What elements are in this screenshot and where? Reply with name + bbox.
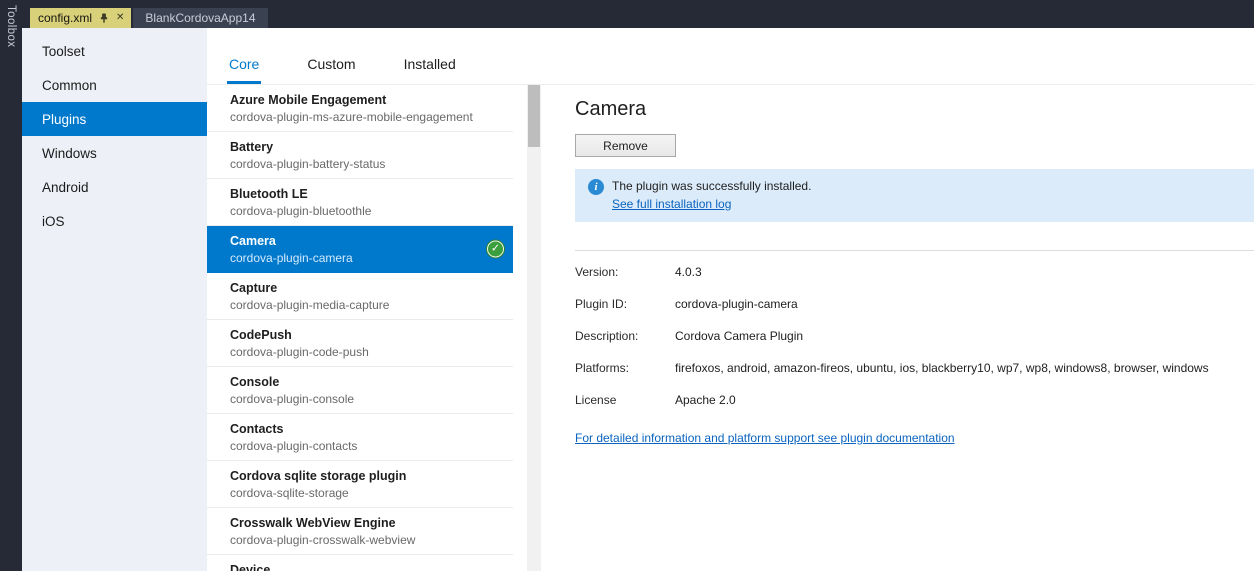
- sidebar: Toolset Common Plugins Windows Android i…: [22, 28, 207, 571]
- plugin-id: cordova-plugin-bluetoothle: [230, 204, 372, 218]
- installation-log-link[interactable]: See full installation log: [612, 197, 731, 211]
- doc-tab-label: BlankCordovaApp14: [145, 11, 256, 25]
- installed-check-icon: ✓: [487, 240, 504, 258]
- plugin-list-item[interactable]: Crosswalk WebView Engine cordova-plugin-…: [207, 508, 513, 555]
- banner-body: The plugin was successfully installed. S…: [612, 178, 811, 213]
- plugin-id: cordova-plugin-code-push: [230, 345, 369, 359]
- plugin-name: CodePush: [230, 328, 292, 342]
- field-value: 4.0.3: [675, 265, 702, 279]
- tab-core[interactable]: Core: [227, 56, 262, 84]
- doc-tab-config-xml[interactable]: config.xml ✕: [30, 8, 132, 28]
- field-label: Platforms:: [575, 361, 630, 375]
- plugin-id: cordova-plugin-camera: [230, 251, 353, 265]
- scrollbar-thumb[interactable]: [528, 85, 540, 147]
- separator: [575, 250, 1254, 251]
- toolbox-tab[interactable]: Toolbox: [5, 0, 17, 47]
- plugin-list-item[interactable]: Console cordova-plugin-console: [207, 367, 513, 414]
- plugin-source-tabs: Core Custom Installed: [207, 28, 1254, 85]
- plugin-name: Contacts: [230, 422, 284, 436]
- field-row-license: License Apache 2.0: [575, 393, 1254, 408]
- sidebar-item-toolset[interactable]: Toolset: [22, 34, 207, 68]
- plugin-id: cordova-plugin-contacts: [230, 439, 358, 453]
- sidebar-item-common[interactable]: Common: [22, 68, 207, 102]
- plugin-doc-link[interactable]: For detailed information and platform su…: [575, 431, 955, 445]
- plugin-name: Camera: [230, 234, 276, 248]
- sidebar-item-plugins[interactable]: Plugins: [22, 102, 207, 136]
- plugin-list-scrollbar[interactable]: [527, 85, 541, 571]
- document-tab-strip: config.xml ✕ BlankCordovaApp14: [30, 8, 268, 28]
- install-success-message: The plugin was successfully installed.: [612, 179, 812, 193]
- sidebar-item-ios[interactable]: iOS: [22, 204, 207, 238]
- plugin-list-item[interactable]: Cordova sqlite storage plugin cordova-sq…: [207, 461, 513, 508]
- main-panel: Core Custom Installed Azure Mobile Engag…: [207, 28, 1254, 571]
- field-value: Cordova Camera Plugin: [675, 329, 804, 343]
- plugin-list-item[interactable]: CodePush cordova-plugin-code-push: [207, 320, 513, 367]
- close-icon[interactable]: ✕: [116, 13, 124, 23]
- plugin-list-item[interactable]: Contacts cordova-plugin-contacts: [207, 414, 513, 461]
- plugin-list: Azure Mobile Engagement cordova-plugin-m…: [207, 85, 513, 571]
- field-row-platforms: Platforms: firefoxos, android, amazon-fi…: [575, 361, 1254, 376]
- plugin-name: Cordova sqlite storage plugin: [230, 469, 407, 483]
- tab-installed[interactable]: Installed: [402, 56, 458, 84]
- plugin-name: Device: [230, 563, 271, 571]
- plugin-list-item[interactable]: Capture cordova-plugin-media-capture: [207, 273, 513, 320]
- doc-tab-label: config.xml: [38, 11, 93, 25]
- plugin-metadata: Version: 4.0.3 Plugin ID: cordova-plugin…: [575, 265, 1254, 408]
- plugin-detail-panel: Camera Remove i The plugin was successfu…: [541, 85, 1254, 571]
- plugin-list-item[interactable]: Azure Mobile Engagement cordova-plugin-m…: [207, 85, 513, 132]
- page-title: Camera: [575, 98, 647, 120]
- field-label: Version:: [575, 265, 619, 279]
- field-value: Apache 2.0: [675, 393, 736, 407]
- plugin-name: Battery: [230, 140, 274, 154]
- field-label: Plugin ID:: [575, 297, 628, 311]
- plugin-name: Azure Mobile Engagement: [230, 93, 387, 107]
- plugin-id: cordova-sqlite-storage: [230, 486, 349, 500]
- plugin-list-item-camera[interactable]: Camera cordova-plugin-camera ✓: [207, 226, 513, 273]
- plugins-content: Azure Mobile Engagement cordova-plugin-m…: [207, 85, 1254, 571]
- plugin-name: Crosswalk WebView Engine: [230, 516, 396, 530]
- tab-custom[interactable]: Custom: [305, 56, 357, 84]
- field-label: Description:: [575, 329, 639, 343]
- plugin-list-item[interactable]: Bluetooth LE cordova-plugin-bluetoothle: [207, 179, 513, 226]
- left-tool-strip: Toolbox: [0, 0, 22, 571]
- plugin-list-item[interactable]: Battery cordova-plugin-battery-status: [207, 132, 513, 179]
- field-label: License: [575, 393, 617, 407]
- doc-tab-project[interactable]: BlankCordovaApp14: [133, 8, 268, 28]
- info-icon: i: [588, 179, 604, 195]
- plugin-name: Capture: [230, 281, 278, 295]
- remove-button[interactable]: Remove: [575, 134, 676, 157]
- field-value: firefoxos, android, amazon-fireos, ubunt…: [675, 361, 1209, 375]
- field-row-plugin-id: Plugin ID: cordova-plugin-camera: [575, 297, 1254, 312]
- plugin-id: cordova-plugin-crosswalk-webview: [230, 533, 416, 547]
- plugin-id: cordova-plugin-ms-azure-mobile-engagemen…: [230, 110, 473, 124]
- install-success-banner: i The plugin was successfully installed.…: [575, 169, 1254, 222]
- pin-icon[interactable]: [99, 13, 109, 23]
- sidebar-item-windows[interactable]: Windows: [22, 136, 207, 170]
- plugin-list-item[interactable]: Device: [207, 555, 513, 571]
- plugin-id: cordova-plugin-battery-status: [230, 157, 386, 171]
- plugin-id: cordova-plugin-console: [230, 392, 355, 406]
- plugin-name: Console: [230, 375, 280, 389]
- field-value: cordova-plugin-camera: [675, 297, 798, 311]
- field-row-version: Version: 4.0.3: [575, 265, 1254, 280]
- field-row-description: Description: Cordova Camera Plugin: [575, 329, 1254, 344]
- sidebar-item-android[interactable]: Android: [22, 170, 207, 204]
- titlebar: config.xml ✕ BlankCordovaApp14: [0, 0, 1254, 28]
- plugin-name: Bluetooth LE: [230, 187, 308, 201]
- app-window: config.xml ✕ BlankCordovaApp14 Toolbox T…: [0, 0, 1254, 571]
- plugin-id: cordova-plugin-media-capture: [230, 298, 390, 312]
